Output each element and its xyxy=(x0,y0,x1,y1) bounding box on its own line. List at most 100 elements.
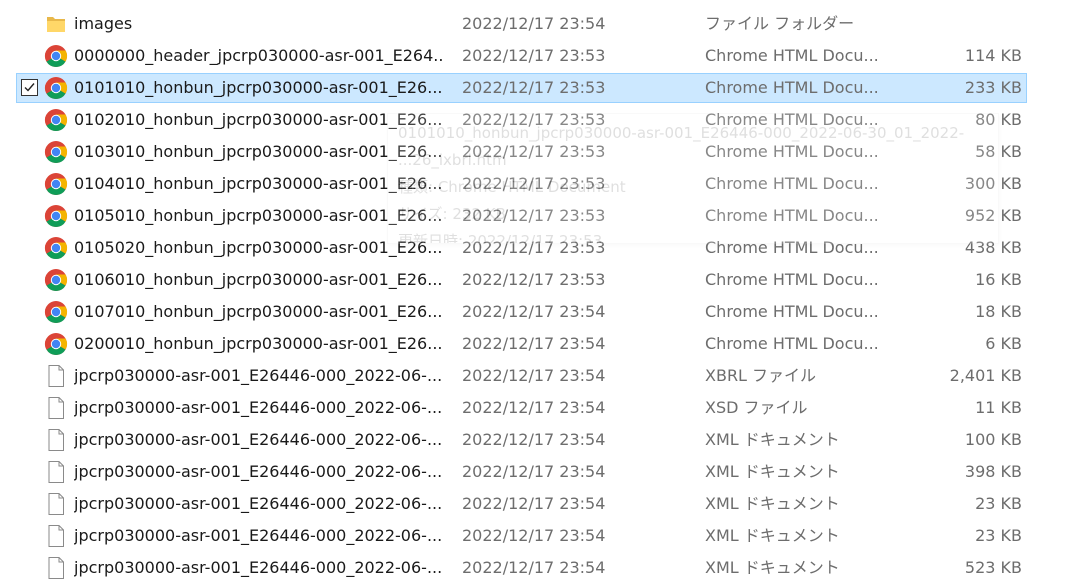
file-row[interactable]: 0000000_header_jpcrp030000-asr-001_E264.… xyxy=(16,41,1027,71)
chrome-icon xyxy=(44,268,68,292)
file-row[interactable]: jpcrp030000-asr-001_E26446-000_2022-06-.… xyxy=(16,393,1027,423)
file-name: jpcrp030000-asr-001_E26446-000_2022-06-.… xyxy=(74,558,443,577)
file-icon xyxy=(44,364,68,388)
file-name: images xyxy=(74,14,133,33)
chrome-icon xyxy=(44,332,68,356)
file-size: 398 KB xyxy=(964,462,1022,481)
file-date: 2022/12/17 23:53 xyxy=(462,46,606,65)
checkmark-icon xyxy=(24,83,35,92)
row-checkbox[interactable] xyxy=(21,143,38,160)
tooltip-modified: 更新日時: 2022/12/17 23:53 xyxy=(398,232,603,244)
tooltip-filename-line2: ...26_ixbrl.htm xyxy=(398,151,507,169)
file-icon xyxy=(44,524,68,548)
file-date: 2022/12/17 23:54 xyxy=(462,558,606,577)
file-date: 2022/12/17 23:54 xyxy=(462,494,606,513)
file-name: 0107010_honbun_jpcrp030000-asr-001_E26..… xyxy=(74,302,443,321)
file-date: 2022/12/17 23:54 xyxy=(462,430,606,449)
row-checkbox[interactable] xyxy=(21,239,38,256)
row-checkbox[interactable] xyxy=(21,559,38,576)
file-name: jpcrp030000-asr-001_E26446-000_2022-06-.… xyxy=(74,462,443,481)
file-type: Chrome HTML Docu... xyxy=(705,302,879,321)
file-type: Chrome HTML Docu... xyxy=(705,270,879,289)
row-checkbox[interactable] xyxy=(21,399,38,416)
file-name: 0106010_honbun_jpcrp030000-asr-001_E26..… xyxy=(74,270,443,289)
file-name: jpcrp030000-asr-001_E26446-000_2022-06-.… xyxy=(74,526,443,545)
file-size: 23 KB xyxy=(975,526,1022,545)
row-checkbox[interactable] xyxy=(21,431,38,448)
file-size: 114 KB xyxy=(964,46,1022,65)
file-date: 2022/12/17 23:53 xyxy=(462,270,606,289)
row-checkbox[interactable] xyxy=(21,15,38,32)
file-type: XBRL ファイル xyxy=(705,366,817,385)
file-row[interactable]: jpcrp030000-asr-001_E26446-000_2022-06-.… xyxy=(16,489,1027,519)
file-size: 6 KB xyxy=(985,334,1022,353)
row-checkbox[interactable] xyxy=(21,495,38,512)
file-row[interactable]: jpcrp030000-asr-001_E26446-000_2022-06-.… xyxy=(16,553,1027,583)
row-checkbox[interactable] xyxy=(21,271,38,288)
tooltip-type: 種類: Chrome HTML Document xyxy=(398,178,626,196)
row-checkbox[interactable] xyxy=(21,335,38,352)
file-name: jpcrp030000-asr-001_E26446-000_2022-06-.… xyxy=(74,366,443,385)
file-name: jpcrp030000-asr-001_E26446-000_2022-06-.… xyxy=(74,430,443,449)
tooltip-size: サイズ: 232 KB xyxy=(398,205,506,223)
file-date: 2022/12/17 23:54 xyxy=(462,302,606,321)
file-row[interactable]: images 2022/12/17 23:54 ファイル フォルダー xyxy=(16,9,1027,39)
file-type: XML ドキュメント xyxy=(705,430,840,449)
file-row[interactable]: 0200010_honbun_jpcrp030000-asr-001_E26..… xyxy=(16,329,1027,359)
chrome-icon xyxy=(44,300,68,324)
chrome-icon xyxy=(44,76,68,100)
file-type: XSD ファイル xyxy=(705,398,808,417)
file-size: 11 KB xyxy=(975,398,1022,417)
file-size: 523 KB xyxy=(964,558,1022,577)
file-size: 2,401 KB xyxy=(949,366,1022,385)
file-icon xyxy=(44,556,68,580)
file-icon xyxy=(44,492,68,516)
file-size: 233 KB xyxy=(964,78,1022,97)
file-row[interactable]: jpcrp030000-asr-001_E26446-000_2022-06-.… xyxy=(16,425,1027,455)
file-type: XML ドキュメント xyxy=(705,558,840,577)
file-type: XML ドキュメント xyxy=(705,462,840,481)
file-row[interactable]: 0106010_honbun_jpcrp030000-asr-001_E26..… xyxy=(16,265,1027,295)
file-row[interactable]: jpcrp030000-asr-001_E26446-000_2022-06-.… xyxy=(16,361,1027,391)
file-row[interactable]: jpcrp030000-asr-001_E26446-000_2022-06-.… xyxy=(16,521,1027,551)
file-row[interactable]: 0101010_honbun_jpcrp030000-asr-001_E26..… xyxy=(16,73,1027,103)
row-checkbox[interactable] xyxy=(21,47,38,64)
row-checkbox[interactable] xyxy=(21,79,38,96)
file-icon xyxy=(44,428,68,452)
file-size: 23 KB xyxy=(975,494,1022,513)
file-name: 0200010_honbun_jpcrp030000-asr-001_E26..… xyxy=(74,334,443,353)
file-type: Chrome HTML Docu... xyxy=(705,78,879,97)
file-name: 0101010_honbun_jpcrp030000-asr-001_E26..… xyxy=(74,78,443,97)
file-name: jpcrp030000-asr-001_E26446-000_2022-06-.… xyxy=(74,398,443,417)
file-type: ファイル フォルダー xyxy=(705,14,855,33)
tooltip-filename-line1: 0101010_honbun_jpcrp030000-asr-001_E2644… xyxy=(398,124,965,142)
row-checkbox[interactable] xyxy=(21,527,38,544)
file-date: 2022/12/17 23:54 xyxy=(462,526,606,545)
chrome-icon xyxy=(44,204,68,228)
chrome-icon xyxy=(44,44,68,68)
file-type: XML ドキュメント xyxy=(705,526,840,545)
file-date: 2022/12/17 23:54 xyxy=(462,398,606,417)
file-date: 2022/12/17 23:54 xyxy=(462,366,606,385)
file-info-tooltip: 0101010_honbun_jpcrp030000-asr-001_E2644… xyxy=(387,113,999,244)
file-date: 2022/12/17 23:54 xyxy=(462,14,606,33)
file-size: 100 KB xyxy=(964,430,1022,449)
row-checkbox[interactable] xyxy=(21,303,38,320)
row-checkbox[interactable] xyxy=(21,463,38,480)
file-date: 2022/12/17 23:54 xyxy=(462,462,606,481)
file-icon xyxy=(44,396,68,420)
file-size: 18 KB xyxy=(975,302,1022,321)
file-size: 16 KB xyxy=(975,270,1022,289)
row-checkbox[interactable] xyxy=(21,111,38,128)
chrome-icon xyxy=(44,172,68,196)
row-checkbox[interactable] xyxy=(21,367,38,384)
file-name: 0000000_header_jpcrp030000-asr-001_E264.… xyxy=(74,46,444,65)
file-row[interactable]: 0107010_honbun_jpcrp030000-asr-001_E26..… xyxy=(16,297,1027,327)
row-checkbox[interactable] xyxy=(21,175,38,192)
row-checkbox[interactable] xyxy=(21,207,38,224)
chrome-icon xyxy=(44,236,68,260)
file-row[interactable]: jpcrp030000-asr-001_E26446-000_2022-06-.… xyxy=(16,457,1027,487)
chrome-icon xyxy=(44,140,68,164)
file-type: Chrome HTML Docu... xyxy=(705,46,879,65)
file-date: 2022/12/17 23:53 xyxy=(462,78,606,97)
